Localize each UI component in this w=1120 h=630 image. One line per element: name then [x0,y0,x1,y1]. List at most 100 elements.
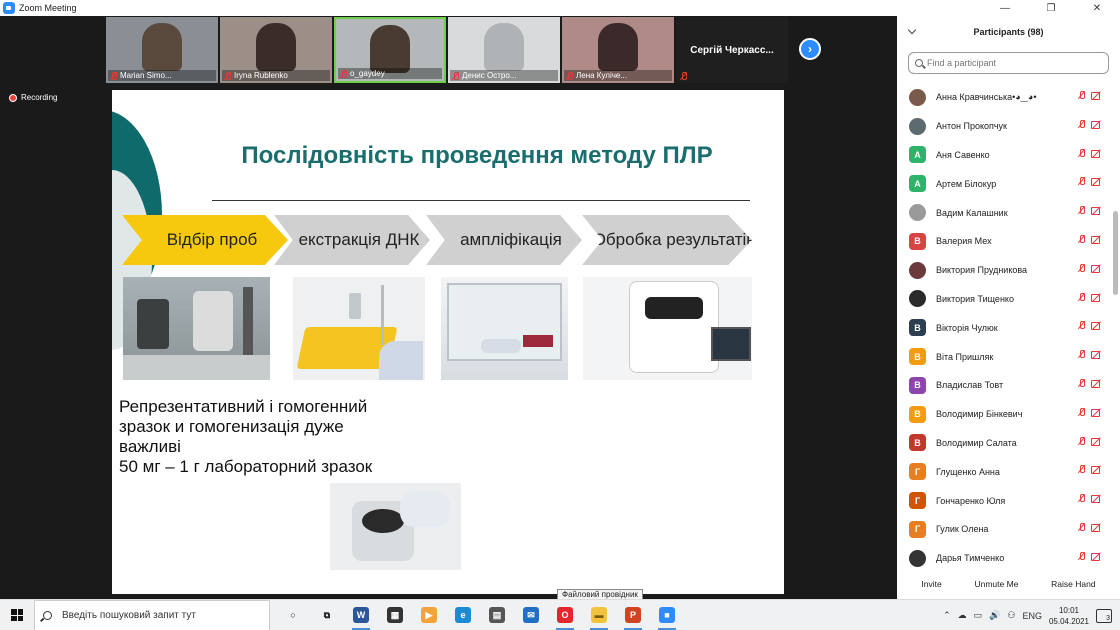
video-tile[interactable]: Marian Simo... [106,17,218,83]
edge-icon: e [455,607,471,623]
video-off-icon [1091,321,1102,331]
mic-muted-icon [1078,522,1085,531]
participant-avatar [909,204,926,222]
system-clock[interactable]: 10:01 05.04.2021 [1049,605,1089,627]
video-nameplate [678,70,786,81]
taskbar-calculator-button[interactable]: ▤ [480,600,514,630]
video-off-icon [1091,235,1102,244]
notification-center-icon[interactable]: 3 [1096,608,1112,623]
invite-button[interactable]: Invite [915,576,948,592]
file-explorer-icon: ▬ [591,607,607,623]
participant-row[interactable]: В Володимир Салата [897,429,1110,458]
participant-row[interactable]: Г Глущенко Анна [897,457,1110,486]
video-tile[interactable]: o_gaydey [334,17,446,83]
participant-avatar: В [909,348,926,366]
recording-label: Recording [21,93,58,102]
taskbar-zoom-button[interactable]: ■ [650,600,684,630]
taskbar-powerpoint-button[interactable]: P [616,600,650,630]
participant-status-icons [1078,206,1102,216]
taskbar-word-button[interactable]: W [344,600,378,630]
participant-row[interactable]: А Аня Савенко [897,141,1110,170]
unmute-me-button[interactable]: Unmute Me [968,576,1025,592]
participants-header: Participants (98) [897,16,1120,48]
participant-row[interactable]: Антон Прокопчук [897,112,1110,141]
slide-text-line: зразок и гомогенизація дуже [119,417,344,436]
participant-row[interactable]: Виктория Тищенко [897,285,1110,314]
participant-row[interactable]: А Артем Білокур [897,169,1110,198]
cortana-icon: ○ [290,610,296,620]
tray-icon[interactable]: ⚇ [1007,610,1015,621]
next-page-arrow-icon[interactable]: › [799,38,821,60]
participant-row[interactable]: Дарья Тимченко [897,544,1110,573]
mic-muted-icon [1078,494,1085,503]
video-nameplate: Iryna Rublenko [222,70,330,81]
restore-button[interactable]: ❐ [1028,0,1074,16]
participant-name: Аня Савенко [936,149,990,160]
taskbar-file-explorer-button[interactable]: ▬ [582,600,616,630]
participant-row[interactable]: Виктория Прудникова [897,256,1110,285]
homogenizer-photo [123,277,270,380]
tube-rack-photo [293,277,425,380]
video-off-icon [1091,408,1102,417]
participant-row[interactable]: Г Гулик Олена [897,515,1110,544]
participant-name: Глущенко Анна [936,466,1000,477]
participant-avatar [909,261,926,279]
video-tile[interactable]: Лена Куліче... [562,17,674,83]
participants-footer: Invite Unmute Me Raise Hand [897,576,1120,592]
participant-row[interactable]: Анна Кравчинська•◕‿◕• [897,83,1110,112]
mic-muted-icon [1078,263,1085,272]
video-tile[interactable]: Сергій Черкасс... [676,17,788,83]
scrollbar-thumb[interactable] [1113,211,1118,295]
participant-avatar: А [909,175,926,193]
taskbar-media-button[interactable]: ▶ [412,600,446,630]
participant-row[interactable]: Вадим Калашник [897,198,1110,227]
video-tile[interactable]: Денис Остро... [448,17,560,83]
taskbar-task-view-button[interactable]: ⧉ [310,600,344,630]
tray-icon[interactable]: ▭ [974,610,983,621]
opera-icon: O [557,607,573,623]
taskbar-edge-button[interactable]: e [446,600,480,630]
taskbar-search-placeholder: Введіть пошуковий запит тут [62,609,196,621]
participant-row[interactable]: В Вікторія Чулюк [897,313,1110,342]
participant-name: Вадим Калашник [936,207,1008,218]
raise-hand-button[interactable]: Raise Hand [1045,576,1102,592]
video-participant-name: Marian Simo... [120,71,172,80]
tray-icon[interactable]: ENG [1022,611,1042,621]
participants-scrollbar[interactable] [1113,83,1118,563]
taskbar-opera-button[interactable]: O [548,600,582,630]
mic-muted-icon [1078,148,1085,157]
participant-row[interactable]: В Володимир Бінкевич [897,400,1110,429]
taskbar-store-button[interactable]: ▦ [378,600,412,630]
participants-title: Participants (98) [973,27,1044,37]
participant-search-input[interactable] [927,58,1097,68]
participant-status-icons [1078,407,1102,417]
tray-icon[interactable]: ⌃ [943,610,951,621]
taskbar-cortana-button[interactable]: ○ [276,600,310,630]
participant-avatar: В [909,434,926,452]
taskbar-mail-button[interactable]: ✉ [514,600,548,630]
participant-row[interactable]: В Владислав Товт [897,371,1110,400]
store-icon: ▦ [387,607,403,623]
participant-row[interactable]: Г Гончаренко Юля [897,486,1110,515]
participant-status-icons [1078,465,1102,475]
participant-name: Анна Кравчинська•◕‿◕• [936,91,1037,102]
participant-row[interactable]: В Віта Пришляк [897,342,1110,371]
tray-icon[interactable]: ☁ [958,610,967,621]
tray-icon[interactable]: 🔊 [989,610,1000,621]
meeting-area: Marian Simo... Iryna Rublenko o_gaydey Дени… [0,16,897,599]
participant-row[interactable]: В Валерия Мех [897,227,1110,256]
minimize-button[interactable]: — [982,0,1028,16]
video-tile[interactable]: Iryna Rublenko [220,17,332,83]
close-button[interactable]: ✕ [1074,0,1120,16]
clock-date: 05.04.2021 [1048,616,1089,626]
mic-muted-icon [1078,321,1085,330]
taskbar-search-box[interactable]: Введіть пошуковий запит тут [34,599,270,630]
search-icon [915,59,923,67]
mic-muted-icon [1078,465,1085,474]
participant-search[interactable] [908,52,1109,74]
participant-status-icons [1078,91,1102,100]
mic-muted-icon [566,71,573,80]
start-button[interactable] [0,600,34,630]
participant-status-icons [1078,292,1102,302]
participant-avatar [909,117,926,135]
